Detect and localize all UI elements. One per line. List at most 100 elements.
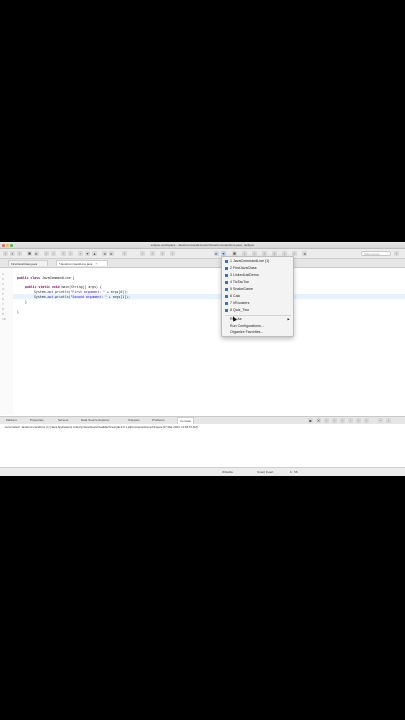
line-number: 7 (2, 302, 4, 306)
open-perspective-icon[interactable]: ▫ (394, 251, 399, 256)
menu-item-label: 7 hRoosters (230, 301, 250, 305)
back-icon[interactable]: ◂ (102, 251, 107, 256)
next-annotation-icon[interactable]: ▾ (85, 251, 90, 256)
console-view[interactable]: <terminated> JavaCommandLine (1) [Java A… (0, 424, 405, 467)
tab-markers[interactable]: Markers (6, 417, 17, 424)
external-tools-icon[interactable]: ◦ (140, 251, 145, 256)
run-history-item-first-java-class[interactable]: 2 FirstJavaClass (222, 265, 294, 272)
line-number: 10 (2, 317, 6, 321)
quick-access-input[interactable]: Quick Access (361, 250, 391, 256)
run-history-item-calc[interactable]: 6 Calc (222, 293, 294, 300)
run-history-item-hroosters[interactable]: 7 hRoosters (222, 300, 294, 307)
keyword: public static void (25, 285, 60, 289)
zoom-window-button[interactable] (10, 243, 13, 247)
clear-console-icon[interactable]: ▫ (324, 418, 329, 423)
close-window-button[interactable] (2, 243, 5, 247)
submenu-arrow-icon: ▶ (287, 317, 290, 321)
remove-launch-icon[interactable]: ✕ (316, 418, 321, 423)
minimize-view-icon[interactable]: − (378, 418, 383, 423)
line-number: 3 (2, 282, 4, 286)
code-line-main-method: public static void main(String[] args) { (25, 285, 102, 289)
tab-snippets[interactable]: Snippets (128, 417, 140, 424)
status-bar: Writable Smart Insert 6 : 58 (0, 467, 405, 476)
keyword: public class (17, 276, 41, 280)
coverage-icon[interactable]: ◦ (160, 251, 165, 256)
menu-item-label: 4 TicTacToe (230, 280, 249, 284)
menu-item-label: 2 FirstJavaClass (230, 266, 257, 270)
run-history-item-quiz-two[interactable]: 8 Quiz_Two (222, 307, 294, 314)
code-text: .println( (53, 290, 71, 294)
line-number: 1 (2, 272, 4, 276)
code-text: + args[1]); (106, 295, 130, 299)
run-history-item-snake-game[interactable]: 5 SnakeGame (222, 286, 294, 293)
tab-data-source-explorer[interactable]: Data Source Explorer (81, 417, 110, 424)
tab-label: *JavaCommandLine.java (59, 262, 93, 266)
open-console-icon[interactable]: ▫ (364, 418, 369, 423)
java-application-icon (225, 309, 228, 312)
string-literal: "Second argument: " (70, 295, 107, 299)
terminate-icon[interactable]: ■ (308, 418, 313, 423)
code-line-class-declaration: public class JavaCommandLine { (17, 276, 75, 280)
code-text: .println( (53, 295, 71, 299)
code-text: System. (34, 290, 48, 294)
search-icon[interactable]: ◦ (68, 251, 73, 256)
run-icon[interactable]: ▸ (34, 251, 39, 256)
tab-first-java-class[interactable]: FirstJavaClass.java (8, 260, 48, 266)
line-number: 8 (2, 307, 4, 311)
save-icon[interactable]: ▪ (10, 251, 15, 256)
organize-favorites-menu-item[interactable]: Organize Favorites... (222, 329, 294, 336)
tab-servers[interactable]: Servers (58, 417, 68, 424)
code-text: System. (34, 295, 48, 299)
java-application-icon (225, 267, 228, 270)
status-writable: Writable (222, 470, 233, 474)
previous-annotation-icon[interactable]: ▴ (92, 251, 97, 256)
pin-console-icon[interactable]: ◦ (348, 418, 353, 423)
last-edit-icon[interactable]: ◂ (302, 251, 307, 256)
toggle-mark-icon[interactable]: ▫ (78, 251, 83, 256)
line-number: 2 (2, 277, 4, 281)
run-history-item-linked-list-demo[interactable]: 3 LinkedListDemo (222, 272, 294, 279)
line-number: 9 (2, 312, 4, 316)
status-cursor-position: 6 : 58 (290, 470, 298, 474)
tab-problems[interactable]: Problems (152, 417, 165, 424)
code-line-print-first: System.out.println("First argument: " + … (34, 290, 128, 294)
forward-icon[interactable]: ▸ (109, 251, 114, 256)
window-title: eclipse-workspace - JavaCommandLine/src/… (150, 243, 255, 247)
code-text: + args[0]); (105, 290, 129, 294)
run-history-item-tic-tac-toe[interactable]: 4 TicTacToe (222, 279, 294, 286)
maximize-view-icon[interactable]: ▫ (386, 418, 391, 423)
new-class-icon[interactable]: ◦ (51, 251, 56, 256)
tab-label: FirstJavaClass.java (11, 262, 38, 266)
run-dropdown-icon[interactable]: ▸ (214, 251, 219, 256)
code-editor[interactable]: 1 2 3 4 5 6 7 8 9 10 public class JavaCo… (0, 268, 405, 415)
java-application-icon (225, 288, 228, 291)
java-application-icon (225, 274, 228, 277)
display-console-icon[interactable]: ▫ (356, 418, 361, 423)
close-tab-icon[interactable]: ⨯ (95, 262, 98, 266)
new-package-icon[interactable]: ▫ (44, 251, 49, 256)
code-text: } (25, 300, 27, 304)
run-history-item-java-command-line[interactable]: 1 JavaCommandLine (1) (222, 258, 294, 265)
skip-breakpoints-icon[interactable]: ◦ (150, 251, 155, 256)
scroll-lock-icon[interactable]: ▫ (332, 418, 337, 423)
print-icon[interactable]: ▫ (17, 251, 22, 256)
code-line-close-class: } (17, 310, 19, 314)
minimize-window-button[interactable] (6, 243, 9, 247)
java-application-icon (225, 302, 228, 305)
line-number: 4 (2, 287, 4, 291)
open-type-icon[interactable]: ◦ (61, 251, 66, 256)
menu-item-label: 5 SnakeGame (230, 287, 253, 291)
history-icon[interactable]: ◦ (170, 251, 175, 256)
java-application-icon (225, 281, 228, 284)
perspective-icon[interactable]: ▫ (122, 251, 127, 256)
string-literal: "First argument: " (70, 290, 106, 294)
debug-icon[interactable]: ✱ (27, 251, 32, 256)
code-text: main(String[] args) { (59, 285, 102, 289)
new-icon[interactable]: ▫ (3, 251, 8, 256)
tab-java-command-line[interactable]: *JavaCommandLine.java ⨯ (56, 260, 108, 266)
console-status-line: <terminated> JavaCommandLine (1) [Java A… (4, 425, 198, 429)
line-number: 5 (2, 292, 4, 296)
tab-properties[interactable]: Properties (30, 417, 44, 424)
menu-item-label: 8 Quiz_Two (230, 308, 249, 312)
word-wrap-icon[interactable]: ▫ (340, 418, 345, 423)
